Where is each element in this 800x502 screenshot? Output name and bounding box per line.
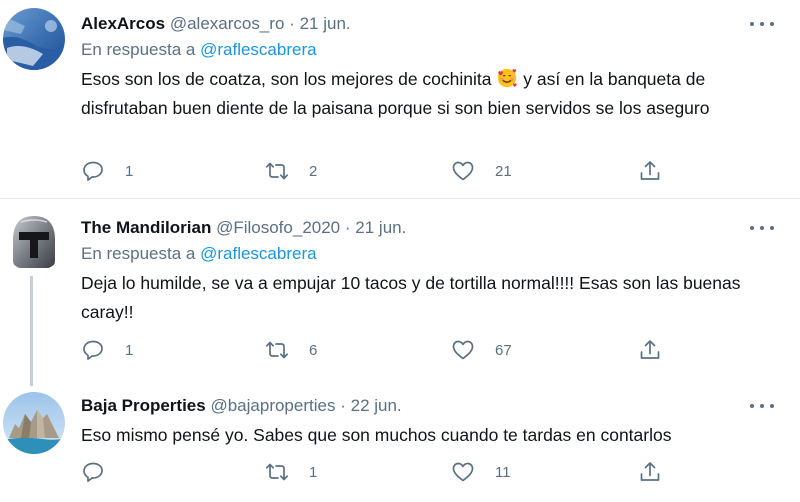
reply-mention-link[interactable]: @raflescabrera (200, 40, 316, 59)
more-options-icon[interactable] (750, 20, 774, 28)
tweet-actions: 1 6 67 (81, 337, 681, 363)
avatar-image (3, 210, 65, 272)
share-button[interactable] (638, 337, 662, 363)
separator: · (340, 396, 346, 415)
thread-line (30, 276, 33, 386)
retweet-icon (265, 162, 289, 180)
reply-icon (83, 340, 103, 360)
tweet-text: Deja lo humilde, se va a empujar 10 taco… (81, 273, 741, 322)
user-handle[interactable]: @bajaproperties (210, 396, 335, 415)
like-button[interactable]: 21 (451, 158, 512, 184)
like-count: 21 (495, 162, 512, 180)
reply-context: En respuesta a @raflescabrera (81, 242, 780, 266)
reply-prefix: En respuesta a (81, 40, 196, 59)
reply-button[interactable]: 1 (81, 158, 133, 184)
retweet-count: 1 (309, 463, 318, 481)
user-handle[interactable]: @Filosofo_2020 (216, 218, 340, 237)
reply-icon (83, 462, 103, 482)
share-button[interactable] (638, 158, 662, 184)
avatar[interactable] (3, 8, 65, 70)
smiling-face-with-hearts-icon (498, 68, 517, 88)
tweet-header: Baja Properties @bajaproperties · 22 jun… (81, 394, 780, 418)
tweet-text-part: Esos son los de coatza, son los mejores … (81, 69, 492, 89)
heart-icon (452, 161, 474, 181)
avatar[interactable] (3, 210, 65, 272)
retweet-count: 6 (309, 341, 318, 359)
tweet-date[interactable]: 21 jun. (300, 14, 351, 33)
reply-mention-link[interactable]: @raflescabrera (200, 244, 316, 263)
heart-icon (452, 462, 474, 482)
retweet-button[interactable]: 1 (265, 459, 317, 485)
retweet-button[interactable]: 6 (265, 337, 317, 363)
display-name[interactable]: AlexArcos (81, 14, 165, 33)
separator: · (289, 14, 295, 33)
share-icon (640, 340, 660, 359)
tweet-date[interactable]: 21 jun. (355, 218, 406, 237)
reply-count: 1 (125, 162, 134, 180)
heart-icon (452, 340, 474, 360)
retweet-icon (265, 463, 289, 481)
like-count: 67 (495, 341, 512, 359)
reply-prefix: En respuesta a (81, 244, 196, 263)
tweet-text: Esos son los de coatza, son los mejores … (81, 65, 780, 123)
more-options-icon[interactable] (750, 224, 774, 232)
tweet-date[interactable]: 22 jun. (351, 396, 402, 415)
tweet-header: AlexArcos @alexarcos_ro · 21 jun. (81, 12, 780, 36)
share-button[interactable] (638, 459, 662, 485)
reply-icon (83, 161, 103, 181)
more-options-icon[interactable] (750, 402, 774, 410)
retweet-count: 2 (309, 162, 318, 180)
separator: · (344, 218, 351, 237)
tweet[interactable]: The Mandilorian @Filosofo_2020 · 21 jun.… (0, 200, 800, 386)
like-count: 11 (495, 463, 511, 481)
display-name[interactable]: Baja Properties (81, 396, 206, 415)
like-button[interactable]: 11 (451, 459, 511, 485)
reply-button[interactable]: 1 (81, 337, 133, 363)
reply-button[interactable] (81, 459, 105, 485)
avatar-image (3, 8, 65, 70)
tweet[interactable]: Baja Properties @bajaproperties · 22 jun… (0, 380, 800, 502)
avatar-image (3, 392, 65, 454)
tweet-actions: 1 2 21 (81, 158, 681, 184)
reply-context: En respuesta a @raflescabrera (81, 38, 780, 62)
tweet[interactable]: AlexArcos @alexarcos_ro · 21 jun. En res… (0, 0, 800, 199)
tweet-text: Eso mismo pensé yo. Sabes que son muchos… (81, 425, 672, 445)
retweet-icon (265, 341, 289, 359)
display-name[interactable]: The Mandilorian (81, 218, 211, 237)
share-icon (640, 462, 660, 481)
share-icon (640, 161, 660, 180)
avatar[interactable] (3, 392, 65, 454)
tweet-header: The Mandilorian @Filosofo_2020 · 21 jun. (81, 216, 780, 240)
reply-count: 1 (125, 341, 134, 359)
like-button[interactable]: 67 (451, 337, 512, 363)
tweet-actions: 1 11 (81, 459, 681, 485)
retweet-button[interactable]: 2 (265, 158, 317, 184)
user-handle[interactable]: @alexarcos_ro (170, 14, 285, 33)
